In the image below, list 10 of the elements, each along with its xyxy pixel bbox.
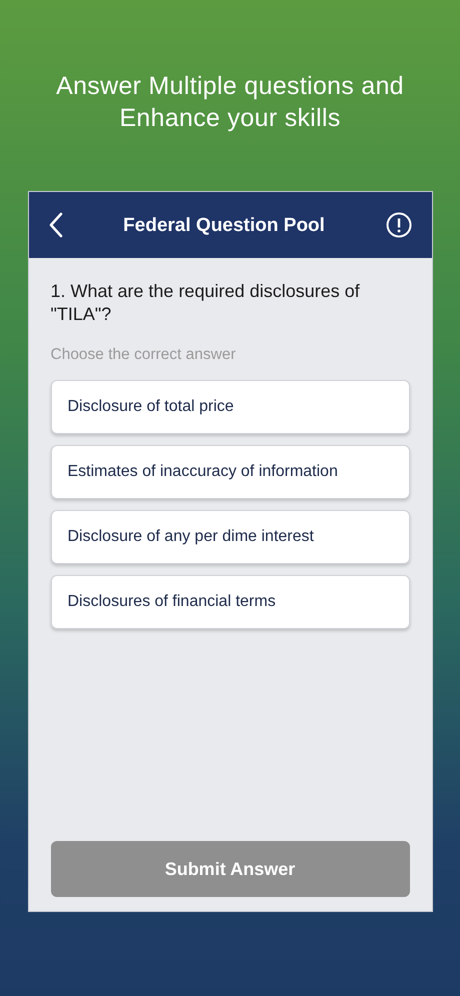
headline: Answer Multiple questions and Enhance your skills — [55, 71, 405, 134]
answer-option[interactable]: Estimates of inaccuracy of information — [50, 445, 410, 499]
answer-option[interactable]: Disclosures of financial terms — [50, 575, 410, 629]
screen-title: Federal Question Pool — [122, 214, 326, 238]
back-icon[interactable] — [48, 212, 62, 238]
info-icon[interactable] — [386, 212, 412, 238]
instruction-text: Choose the correct answer — [50, 346, 237, 364]
answer-option[interactable]: Disclosure of any per dime interest — [50, 510, 410, 564]
question-text: 1. What are the required disclosures of "TILA"? — [50, 280, 361, 326]
answer-option[interactable]: Disclosure of total price — [50, 380, 410, 434]
